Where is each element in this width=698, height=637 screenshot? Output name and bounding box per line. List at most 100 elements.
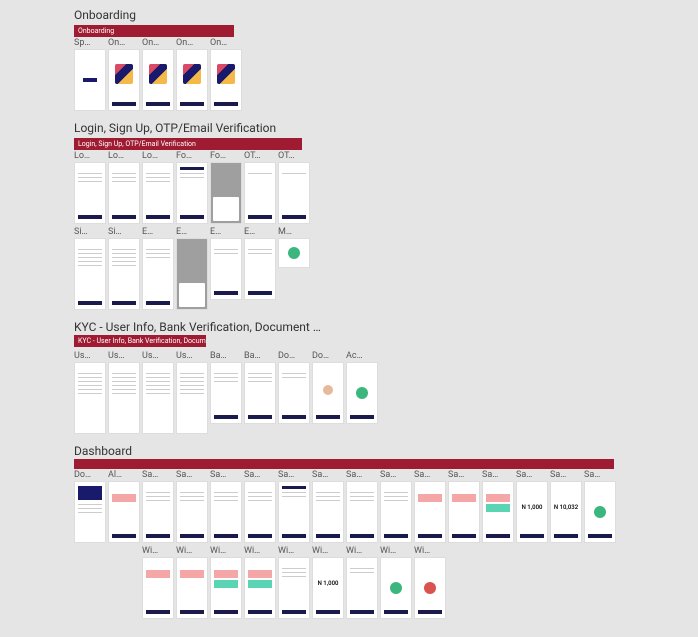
thumb-email[interactable] bbox=[142, 238, 174, 310]
frame[interactable]: On… bbox=[142, 37, 174, 111]
thumb-splash[interactable] bbox=[74, 49, 106, 111]
frame[interactable]: Us… bbox=[74, 350, 106, 434]
frame[interactable]: Sp… bbox=[74, 37, 106, 111]
thumb-onboard[interactable] bbox=[210, 49, 242, 111]
frame[interactable]: Sa… bbox=[176, 469, 208, 543]
thumb-login[interactable] bbox=[142, 162, 174, 224]
frame[interactable]: Sa… bbox=[584, 469, 616, 543]
section-header-bar[interactable] bbox=[74, 459, 614, 469]
thumb-onboard[interactable] bbox=[142, 49, 174, 111]
frame[interactable]: Sa… bbox=[244, 469, 276, 543]
frame[interactable]: Wi… bbox=[346, 545, 378, 619]
frame[interactable]: On… bbox=[108, 37, 140, 111]
section-header-bar[interactable]: Onboarding bbox=[74, 25, 234, 37]
frame[interactable]: M… bbox=[278, 226, 310, 310]
thumb-save[interactable] bbox=[312, 481, 344, 543]
frame[interactable]: Do… bbox=[278, 350, 310, 434]
thumb-success[interactable] bbox=[380, 557, 412, 619]
frame[interactable]: Us… bbox=[176, 350, 208, 434]
thumb-withdraw[interactable] bbox=[142, 557, 174, 619]
frame[interactable]: Sa…N 1,000 bbox=[516, 469, 548, 543]
frame[interactable]: Wi…N 1,000 bbox=[312, 545, 344, 619]
frame[interactable]: Sa… bbox=[448, 469, 480, 543]
thumb-save[interactable] bbox=[142, 481, 174, 543]
frame[interactable]: E… bbox=[244, 226, 276, 310]
thumb-amount[interactable]: N 1,000 bbox=[312, 557, 344, 619]
frame[interactable]: Al… bbox=[108, 469, 140, 543]
frame[interactable]: On… bbox=[176, 37, 208, 111]
frame[interactable]: Wi… bbox=[142, 545, 174, 619]
thumb-withdraw[interactable] bbox=[278, 557, 310, 619]
thumb-withdraw[interactable] bbox=[176, 557, 208, 619]
frame[interactable]: Ba… bbox=[210, 350, 242, 434]
frame[interactable]: Lo… bbox=[142, 150, 174, 224]
frame[interactable]: Sa…N 10,032 bbox=[550, 469, 582, 543]
thumb-email-modal[interactable] bbox=[176, 238, 208, 310]
thumb-otp[interactable] bbox=[278, 162, 310, 224]
frame[interactable]: Fo… bbox=[210, 150, 242, 224]
thumb-email[interactable] bbox=[244, 238, 276, 300]
frame[interactable]: Wi… bbox=[210, 545, 242, 619]
frame[interactable]: OT… bbox=[278, 150, 310, 224]
frame[interactable]: Do… bbox=[312, 350, 344, 434]
section-header-bar[interactable]: KYC - User Info, Bank Verification, Docu… bbox=[74, 335, 206, 347]
frame[interactable]: OT… bbox=[244, 150, 276, 224]
frame[interactable]: Lo… bbox=[74, 150, 106, 224]
thumb-amount[interactable]: N 10,032 bbox=[550, 481, 582, 543]
frame[interactable]: Sa… bbox=[414, 469, 446, 543]
frame[interactable]: Wi… bbox=[380, 545, 412, 619]
frame[interactable]: Sa… bbox=[210, 469, 242, 543]
thumb-forgot[interactable] bbox=[176, 162, 208, 224]
frame[interactable]: Sa… bbox=[312, 469, 344, 543]
thumb-save[interactable] bbox=[176, 481, 208, 543]
thumb-save[interactable] bbox=[210, 481, 242, 543]
thumb-forgot-modal[interactable] bbox=[210, 162, 242, 224]
frame[interactable]: Wi… bbox=[176, 545, 208, 619]
thumb-document[interactable] bbox=[278, 362, 310, 424]
frame[interactable]: Sa… bbox=[380, 469, 412, 543]
thumb-success[interactable] bbox=[278, 238, 310, 268]
thumb-signup[interactable] bbox=[74, 238, 106, 310]
frame[interactable]: Wi… bbox=[278, 545, 310, 619]
thumb-save[interactable] bbox=[346, 481, 378, 543]
frame[interactable]: Wi… bbox=[414, 545, 446, 619]
thumb-withdraw[interactable] bbox=[346, 557, 378, 619]
thumb-alert[interactable] bbox=[108, 481, 140, 543]
thumb-login[interactable] bbox=[108, 162, 140, 224]
thumb-save-red[interactable] bbox=[448, 481, 480, 543]
frame[interactable]: E… bbox=[210, 226, 242, 310]
thumb-success[interactable] bbox=[584, 481, 616, 543]
thumb-bank[interactable] bbox=[244, 362, 276, 424]
thumb-save[interactable] bbox=[380, 481, 412, 543]
thumb-save[interactable] bbox=[278, 481, 310, 543]
thumb-otp[interactable] bbox=[244, 162, 276, 224]
thumb-userinfo[interactable] bbox=[108, 362, 140, 434]
frame[interactable]: Ac… bbox=[346, 350, 378, 434]
thumb-userinfo[interactable] bbox=[176, 362, 208, 434]
frame[interactable]: E… bbox=[176, 226, 208, 310]
frame[interactable]: Us… bbox=[142, 350, 174, 434]
frame[interactable]: Si… bbox=[108, 226, 140, 310]
thumb-userinfo[interactable] bbox=[142, 362, 174, 434]
thumb-bank[interactable] bbox=[210, 362, 242, 424]
thumb-save-mix[interactable] bbox=[482, 481, 514, 543]
thumb-dash-home[interactable] bbox=[74, 481, 106, 543]
thumb-onboard[interactable] bbox=[176, 49, 208, 111]
frame[interactable]: Do… bbox=[74, 469, 106, 543]
frame[interactable]: Lo… bbox=[108, 150, 140, 224]
frame[interactable]: E… bbox=[142, 226, 174, 310]
section-header-bar[interactable]: Login, Sign Up, OTP/Email Verification bbox=[74, 138, 302, 150]
frame[interactable]: Sa… bbox=[482, 469, 514, 543]
frame[interactable]: Ba… bbox=[244, 350, 276, 434]
frame[interactable]: On… bbox=[210, 37, 242, 111]
frame[interactable]: Wi… bbox=[244, 545, 276, 619]
thumb-document[interactable] bbox=[312, 362, 344, 424]
thumb-withdraw[interactable] bbox=[210, 557, 242, 619]
frame[interactable]: Sa… bbox=[278, 469, 310, 543]
frame[interactable]: Sa… bbox=[142, 469, 174, 543]
thumb-save[interactable] bbox=[244, 481, 276, 543]
thumb-userinfo[interactable] bbox=[74, 362, 106, 434]
frame[interactable]: Us… bbox=[108, 350, 140, 434]
frame[interactable]: Fo… bbox=[176, 150, 208, 224]
thumb-email[interactable] bbox=[210, 238, 242, 300]
